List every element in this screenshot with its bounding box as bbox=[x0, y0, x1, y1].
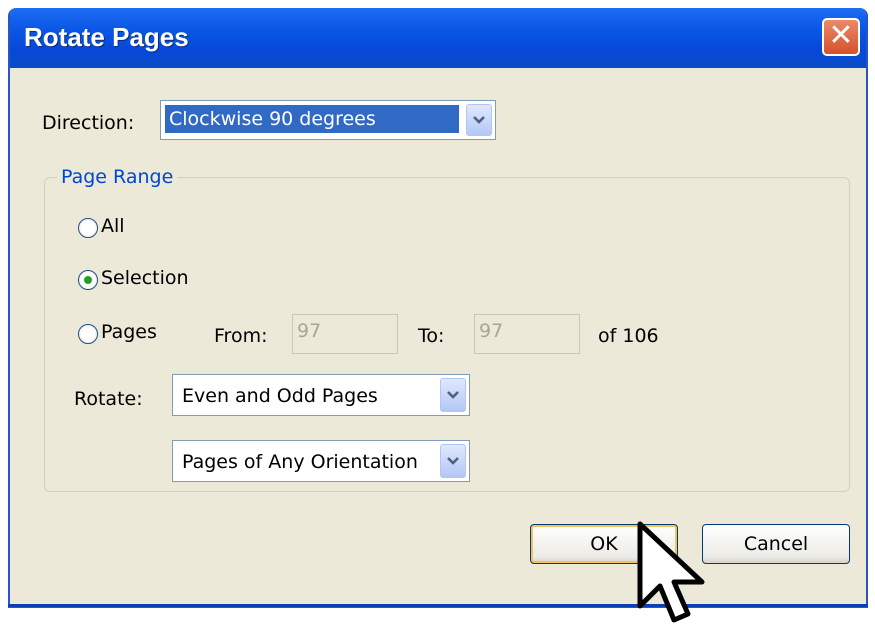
radio-pages[interactable] bbox=[78, 324, 98, 344]
close-button[interactable]: ✕ bbox=[822, 18, 860, 56]
radio-pages-label[interactable]: Pages bbox=[101, 321, 157, 343]
mouse-pointer-icon bbox=[637, 521, 705, 623]
rotate-value: Even and Odd Pages bbox=[182, 385, 378, 407]
chevron-down-icon[interactable] bbox=[440, 444, 466, 478]
direction-value: Clockwise 90 degrees bbox=[165, 105, 459, 133]
radio-selection-label[interactable]: Selection bbox=[101, 267, 189, 289]
from-label: From: bbox=[214, 325, 268, 347]
radio-selected-dot bbox=[84, 276, 92, 284]
radio-all[interactable] bbox=[78, 218, 98, 238]
direction-label: Direction: bbox=[42, 112, 135, 134]
from-field[interactable]: 97 bbox=[292, 314, 398, 354]
rotate-select[interactable]: Even and Odd Pages bbox=[172, 374, 470, 416]
chevron-down-icon[interactable] bbox=[466, 104, 492, 136]
to-label: To: bbox=[418, 325, 445, 347]
window-title: Rotate Pages bbox=[24, 22, 189, 52]
radio-all-label[interactable]: All bbox=[101, 215, 125, 237]
direction-select[interactable]: Clockwise 90 degrees bbox=[160, 100, 496, 140]
page-count-text: of 106 bbox=[598, 325, 659, 347]
chevron-down-icon[interactable] bbox=[440, 378, 466, 412]
rotate-label: Rotate: bbox=[74, 388, 143, 410]
radio-selection[interactable] bbox=[78, 270, 98, 290]
page-range-legend: Page Range bbox=[61, 166, 174, 188]
orientation-value: Pages of Any Orientation bbox=[182, 451, 418, 473]
to-field[interactable]: 97 bbox=[474, 314, 580, 354]
window-bottom-border bbox=[8, 604, 868, 607]
orientation-select[interactable]: Pages of Any Orientation bbox=[172, 440, 470, 482]
title-bar[interactable]: Rotate Pages ✕ bbox=[10, 8, 866, 68]
rotate-pages-dialog: Rotate Pages ✕ Direction: Clockwise 90 d… bbox=[8, 8, 868, 608]
cancel-button[interactable]: Cancel bbox=[702, 524, 850, 564]
